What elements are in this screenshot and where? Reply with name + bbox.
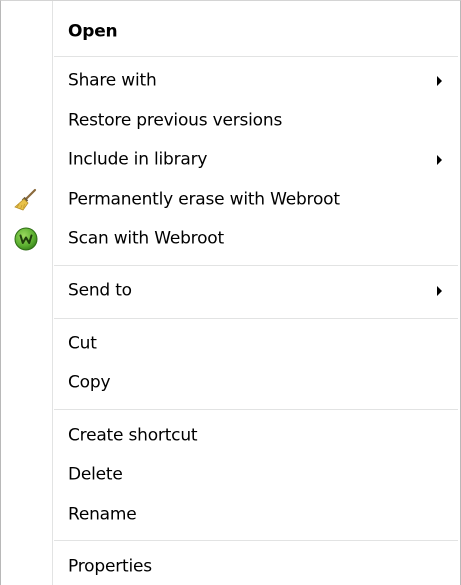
webroot-icon	[13, 226, 39, 252]
menu-item-send-to[interactable]: Send to	[3, 274, 458, 308]
menu-item-label: Permanently erase with Webroot	[68, 189, 340, 210]
menu-separator	[54, 56, 458, 57]
menu-item-include-in-library[interactable]: Include in library	[3, 143, 458, 177]
menu-item-label: Cut	[68, 333, 97, 354]
submenu-arrow-icon	[437, 155, 442, 165]
menu-item-label: Scan with Webroot	[68, 228, 224, 249]
menu-item-label: Restore previous versions	[68, 110, 283, 131]
menu-item-label: Create shortcut	[68, 425, 198, 446]
menu-item-rename[interactable]: Rename	[3, 498, 458, 532]
menu-item-scan-with-webroot[interactable]: Scan with Webroot	[3, 222, 458, 256]
menu-item-label: Share with	[68, 70, 157, 91]
menu-item-label: Properties	[68, 556, 152, 577]
menu-item-share-with[interactable]: Share with	[3, 64, 458, 98]
menu-item-permanently-erase-webroot[interactable]: Permanently erase with Webroot	[3, 183, 458, 217]
menu-item-label: Send to	[68, 280, 132, 301]
menu-item-label: Open	[68, 21, 118, 42]
menu-item-label: Delete	[68, 464, 123, 485]
menu-separator	[54, 265, 458, 266]
menu-item-properties[interactable]: Properties	[3, 550, 458, 584]
broom-icon	[13, 187, 39, 213]
menu-item-create-shortcut[interactable]: Create shortcut	[3, 419, 458, 453]
menu-item-cut[interactable]: Cut	[3, 327, 458, 361]
menu-item-label: Copy	[68, 372, 111, 393]
menu-item-copy[interactable]: Copy	[3, 366, 458, 400]
context-menu: Open Share with Restore previous version…	[0, 0, 461, 585]
menu-separator	[54, 540, 458, 541]
menu-item-open[interactable]: Open	[3, 15, 458, 49]
menu-separator	[54, 318, 458, 319]
menu-item-label: Rename	[68, 504, 137, 525]
menu-separator	[54, 409, 458, 410]
submenu-arrow-icon	[437, 76, 442, 86]
menu-item-label: Include in library	[68, 149, 208, 170]
submenu-arrow-icon	[437, 286, 442, 296]
menu-item-delete[interactable]: Delete	[3, 458, 458, 492]
menu-item-restore-previous-versions[interactable]: Restore previous versions	[3, 104, 458, 138]
